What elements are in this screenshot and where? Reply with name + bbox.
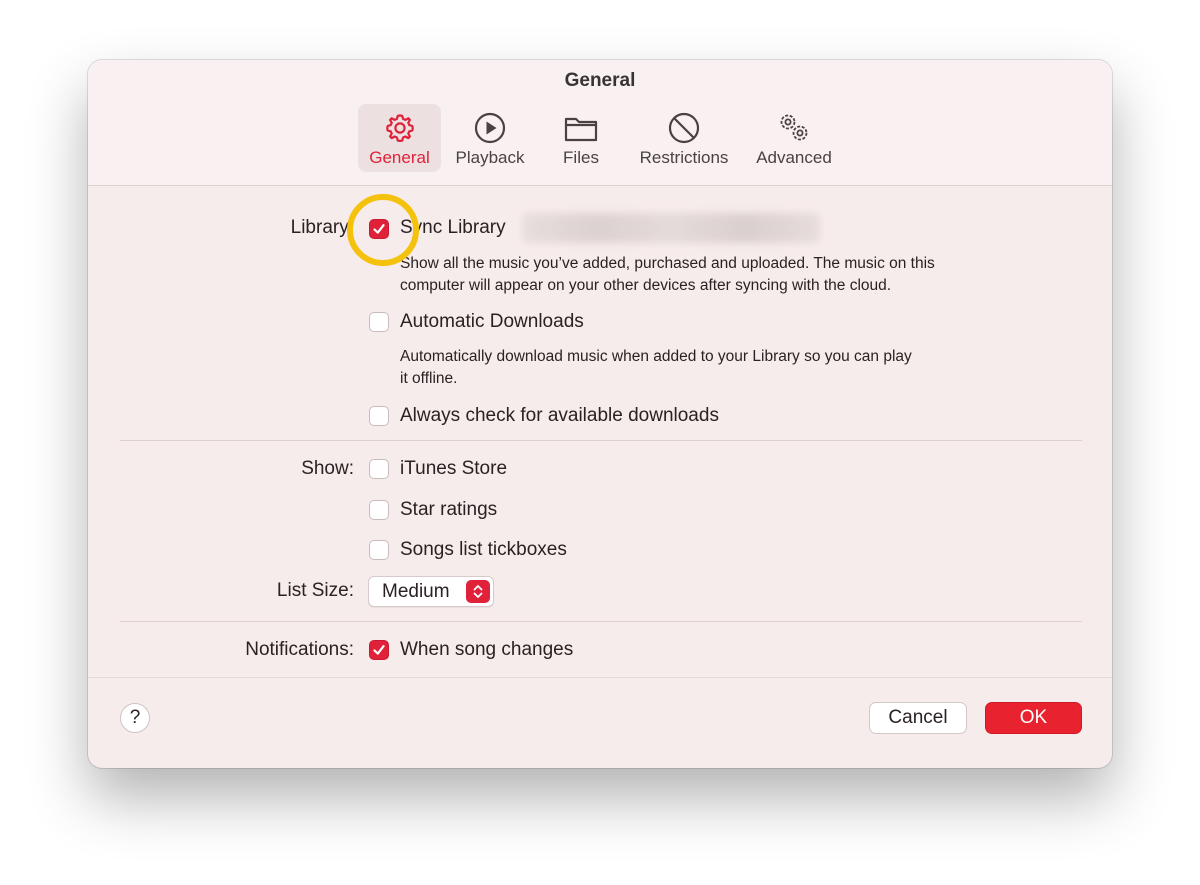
song-changes-checkbox[interactable] bbox=[369, 640, 389, 660]
itunes-store-label: iTunes Store bbox=[400, 458, 508, 479]
show-label: Show: bbox=[301, 458, 354, 479]
tab-general-label: General bbox=[369, 148, 430, 167]
auto-downloads-description-line-1: Automatically download music when added … bbox=[400, 348, 912, 365]
tab-general[interactable]: General bbox=[358, 104, 441, 172]
tab-files[interactable]: Files bbox=[546, 104, 616, 172]
notifications-label: Notifications: bbox=[245, 639, 354, 660]
list-size-select[interactable]: Medium bbox=[368, 576, 494, 607]
section-divider bbox=[120, 440, 1082, 441]
sync-description-line-2: computer will appear on your other devic… bbox=[400, 277, 892, 294]
preferences-window: General General Playback Files Restricti… bbox=[88, 60, 1112, 768]
always-check-downloads-label: Always check for available downloads bbox=[400, 405, 719, 426]
account-email-blurred bbox=[522, 213, 820, 243]
cancel-button[interactable]: Cancel bbox=[869, 702, 967, 734]
star-ratings-label: Star ratings bbox=[400, 499, 498, 520]
toolbar: General General Playback Files Restricti… bbox=[88, 60, 1112, 186]
songs-list-tickboxes-checkbox[interactable] bbox=[369, 540, 389, 560]
select-stepper bbox=[466, 580, 490, 603]
automatic-downloads-label: Automatic Downloads bbox=[400, 311, 584, 332]
footer-divider bbox=[88, 677, 1112, 678]
automatic-downloads-description: Automatically download music when added … bbox=[400, 346, 912, 390]
tab-advanced-label: Advanced bbox=[756, 148, 832, 167]
list-size-label: List Size: bbox=[276, 580, 354, 601]
always-check-downloads-checkbox[interactable] bbox=[369, 406, 389, 426]
section-divider bbox=[120, 621, 1082, 622]
songs-list-tickboxes-label: Songs list tickboxes bbox=[400, 539, 567, 560]
library-label: Library: bbox=[290, 217, 354, 238]
itunes-store-checkbox[interactable] bbox=[369, 459, 389, 479]
folder-icon bbox=[564, 117, 598, 142]
tab-files-label: Files bbox=[563, 148, 599, 167]
gear-icon bbox=[385, 114, 414, 142]
tab-restrictions-label: Restrictions bbox=[639, 148, 729, 167]
tab-advanced[interactable]: Advanced bbox=[748, 104, 840, 172]
sync-description-line-1: Show all the music you’ve added, purchas… bbox=[400, 255, 935, 272]
gears-icon bbox=[780, 114, 808, 141]
play-circle-icon bbox=[474, 112, 506, 144]
tab-playback-label: Playback bbox=[455, 148, 525, 167]
highlight-ring bbox=[347, 194, 419, 266]
help-button[interactable]: ? bbox=[120, 703, 150, 733]
list-size-value: Medium bbox=[382, 581, 450, 602]
checkmark-icon bbox=[373, 645, 385, 655]
chevron-up-down-icon bbox=[473, 585, 483, 598]
ok-button[interactable]: OK bbox=[985, 702, 1082, 734]
window-title: General bbox=[564, 70, 636, 91]
tab-playback[interactable]: Playback bbox=[448, 104, 532, 172]
sync-library-description: Show all the music you’ve added, purchas… bbox=[400, 253, 935, 297]
automatic-downloads-checkbox[interactable] bbox=[369, 312, 389, 332]
auto-downloads-description-line-2: it offline. bbox=[400, 370, 458, 387]
prohibited-icon bbox=[668, 112, 700, 144]
song-changes-label: When song changes bbox=[400, 639, 574, 660]
tab-restrictions[interactable]: Restrictions bbox=[630, 104, 738, 172]
star-ratings-checkbox[interactable] bbox=[369, 500, 389, 520]
